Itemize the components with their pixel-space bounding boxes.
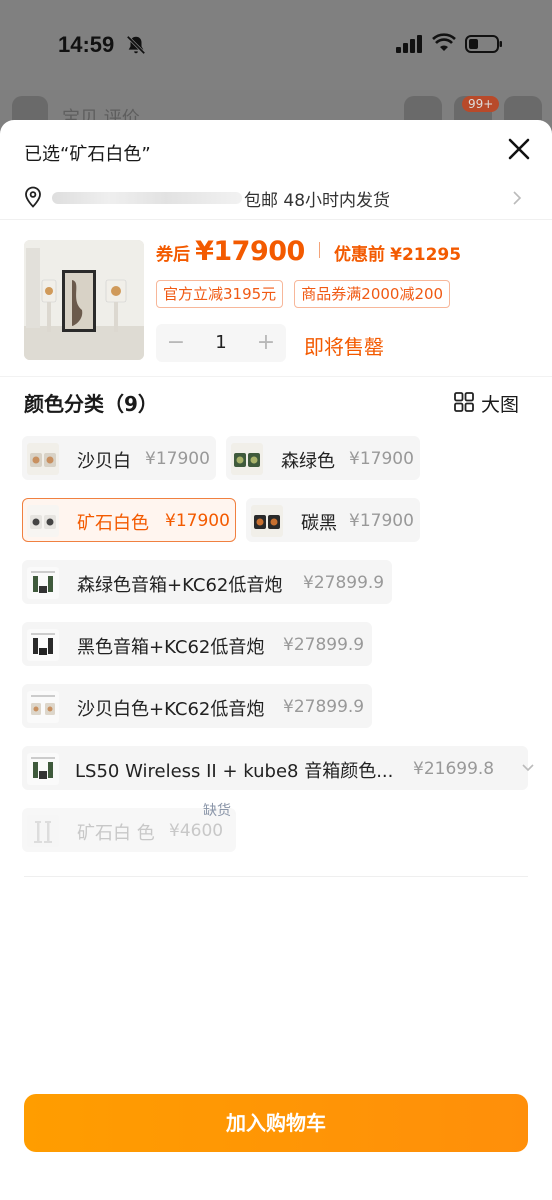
- quantity-value[interactable]: 1: [196, 324, 246, 362]
- variant-option-carbon-black[interactable]: 碳黑 ¥17900: [246, 498, 420, 542]
- divider: [0, 376, 552, 377]
- variant-option-black-kc62[interactable]: 黑色音箱+KC62低音炮 ¥27899.9: [22, 622, 372, 666]
- cart-badge: 99+: [462, 96, 500, 112]
- divider: [24, 876, 528, 877]
- variant-name: 矿石白色: [77, 513, 149, 534]
- quantity-stepper: − 1 +: [156, 324, 286, 362]
- speaker-mineral-white-thumbnail: [27, 505, 59, 537]
- before-discount-label: 优惠前: [334, 245, 386, 265]
- out-of-stock-badge: 缺货: [203, 803, 231, 819]
- wifi-icon: [432, 33, 456, 51]
- variant-name: LS50 Wireless II + kube8 音箱颜色...: [75, 761, 394, 782]
- variant-price: ¥27899.9: [283, 635, 365, 655]
- speaker-green-set-thumbnail: [27, 567, 59, 599]
- product-image: [24, 240, 144, 360]
- coupon-chip: 商品券满2000减200: [294, 280, 451, 308]
- variant-price: ¥17900: [165, 511, 230, 531]
- bell-off-icon: [126, 35, 146, 55]
- variant-name: 沙贝白: [77, 451, 131, 472]
- speaker-white-thumbnail: [27, 443, 59, 475]
- speaker-bundle-thumbnail: [27, 753, 59, 785]
- add-to-cart-button[interactable]: 加入购物车: [24, 1094, 528, 1152]
- low-stock-label: 即将售罄: [304, 335, 384, 359]
- status-bar: 14:59: [0, 0, 552, 90]
- quantity-minus-button[interactable]: −: [156, 324, 196, 362]
- color-category-title: 颜色分类（9）: [24, 392, 158, 416]
- after-coupon-label: 券后: [156, 245, 190, 265]
- big-image-label: 大图: [481, 394, 520, 416]
- chevron-right-icon: [513, 191, 522, 205]
- discount-chips: 官方立减3195元 商品券满2000减200: [156, 280, 456, 308]
- price-divider: [318, 242, 320, 258]
- selected-variant-label: 已选“矿石白色”: [24, 144, 151, 165]
- variant-name: 碳黑: [301, 513, 337, 534]
- variant-price: ¥17900: [349, 511, 414, 531]
- battery-icon: [465, 35, 502, 53]
- variant-price: ¥21699.8: [413, 759, 495, 779]
- speaker-black-set-thumbnail: [27, 629, 59, 661]
- variant-name: 矿石白 色: [77, 823, 155, 844]
- location-pin-icon: [25, 186, 41, 208]
- speaker-green-thumbnail: [231, 443, 263, 475]
- grid-view-icon: [454, 392, 474, 412]
- variant-price: ¥17900: [145, 449, 210, 469]
- variant-price: ¥17900: [349, 449, 414, 469]
- speaker-white-set-thumbnail: [27, 691, 59, 723]
- close-icon[interactable]: [506, 136, 532, 162]
- variant-option-ls50-kube8[interactable]: LS50 Wireless II + kube8 音箱颜色... ¥21699.…: [22, 746, 534, 790]
- variant-name: 森绿色: [281, 451, 335, 472]
- speaker-stand-thumbnail: [27, 815, 59, 847]
- variant-name: 黑色音箱+KC62低音炮: [77, 637, 265, 658]
- variant-option-sand-white[interactable]: 沙贝白 ¥17900: [22, 436, 216, 480]
- delivery-address-row[interactable]: 包邮 48小时内发货: [0, 176, 552, 220]
- product-thumbnail[interactable]: [24, 240, 144, 360]
- variant-name: 森绿色音箱+KC62低音炮: [77, 575, 283, 596]
- variant-option-green-kc62[interactable]: 森绿色音箱+KC62低音炮 ¥27899.9: [22, 560, 392, 604]
- official-discount-chip: 官方立减3195元: [156, 280, 284, 308]
- shipping-info: 包邮 48小时内发货: [244, 191, 391, 211]
- status-time: 14:59: [58, 32, 115, 57]
- cellular-signal-icon: [396, 35, 422, 53]
- variant-option-forest-green[interactable]: 森绿色 ¥17900: [226, 436, 420, 480]
- price-row: 券后 ¥17900 优惠前 ¥21295: [156, 236, 461, 270]
- redacted-address: [52, 192, 242, 204]
- after-coupon-price: ¥17900: [195, 236, 305, 267]
- chevron-down-icon: [522, 764, 534, 772]
- variant-price: ¥27899.9: [283, 697, 365, 717]
- variant-price: ¥4600: [169, 821, 224, 841]
- variant-name: 沙贝白色+KC62低音炮: [77, 699, 265, 720]
- speaker-black-thumbnail: [251, 505, 283, 537]
- variant-option-mineral-white[interactable]: 矿石白色 ¥17900: [22, 498, 236, 542]
- variant-option-sand-white-kc62[interactable]: 沙贝白色+KC62低音炮 ¥27899.9: [22, 684, 372, 728]
- variant-price: ¥27899.9: [303, 573, 385, 593]
- quantity-plus-button[interactable]: +: [246, 324, 286, 362]
- before-discount-price: ¥21295: [390, 245, 462, 265]
- sku-selector-sheet: 已选“矿石白色” 包邮 48小时内发货 券后 ¥17900 优惠前 ¥21295…: [0, 120, 552, 1200]
